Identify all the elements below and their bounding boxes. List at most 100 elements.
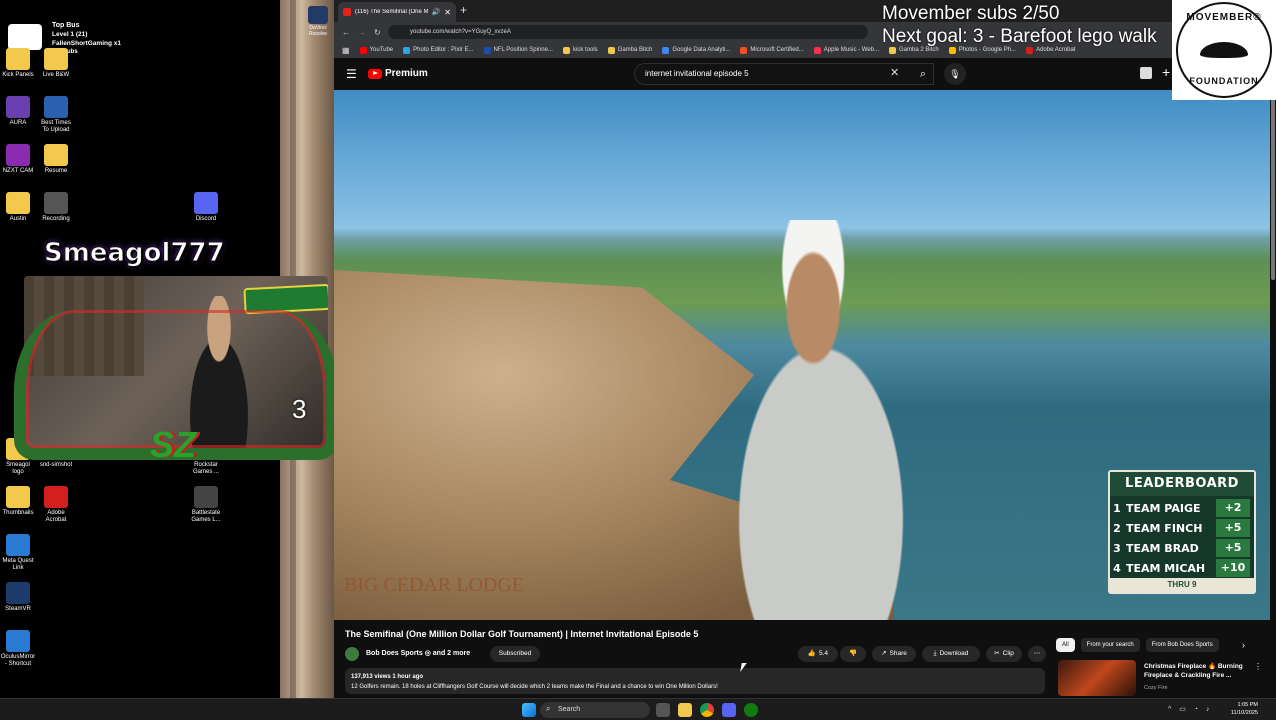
desktop-icon-label: SteamVR	[5, 606, 31, 612]
desktop-icon-image	[6, 582, 30, 604]
taskbar-search[interactable]: Search	[540, 702, 650, 718]
new-tab-button[interactable]: +	[460, 3, 467, 17]
bookmark-label: Microsoft Certified...	[750, 47, 804, 53]
leaderboard-team: TEAM MICAH	[1126, 561, 1206, 575]
recommended-video[interactable]: Christmas Fireplace 🔥 Burning Fireplace …	[1056, 660, 1270, 696]
scrollbar-thumb[interactable]	[1271, 90, 1275, 280]
back-icon[interactable]: ←	[342, 28, 350, 37]
desktop-icon-davinci[interactable]: DaVinci Resolve	[306, 6, 330, 46]
davinci-icon	[308, 6, 328, 24]
bookmark-icon	[403, 46, 411, 54]
apps-icon[interactable]: ▦	[342, 46, 350, 55]
speaker-icon[interactable]: 🔊	[432, 8, 441, 16]
bookmark-item[interactable]: NFL Position Spinne...	[483, 46, 553, 54]
desktop-icon-label: Best Times To Upload	[41, 120, 71, 133]
leaderboard-row: 2 TEAM FINCH +5	[1110, 518, 1254, 538]
channel-name[interactable]: Bob Does Sports ◎ and 2 more	[366, 649, 470, 657]
forward-icon[interactable]: →	[358, 28, 366, 37]
subscribe-button[interactable]: Subscribed	[490, 646, 540, 662]
desktop-icon[interactable]: Discord	[183, 192, 229, 223]
thumbs-down-icon: 👎	[848, 650, 858, 657]
download-button[interactable]: ⤓ Download	[922, 646, 980, 662]
desktop-icon[interactable]: Best Times To Upload	[33, 96, 79, 134]
golfer-figure	[704, 220, 964, 620]
extension-icon[interactable]	[1140, 67, 1152, 79]
movember-subs-line: Movember subs 2/50	[882, 3, 1060, 24]
chevron-right-icon[interactable]: ›	[1242, 640, 1245, 650]
discord-icon[interactable]	[722, 703, 736, 717]
desktop-icon-label: NZXT CAM	[2, 168, 34, 174]
reload-icon[interactable]: ↻	[374, 28, 381, 37]
mic-icon[interactable]: 🎙	[944, 63, 966, 85]
hamburger-menu-icon[interactable]: ☰	[346, 67, 357, 81]
description-box[interactable]: 137,913 views 1 hour ago 12 Golfers rema…	[345, 668, 1045, 694]
create-icon[interactable]: +	[1162, 64, 1170, 80]
desktop-icon-image	[6, 192, 30, 214]
bookmark-item[interactable]: kick tools	[562, 46, 598, 54]
bookmark-item[interactable]: YouTube	[359, 46, 393, 54]
desktop-icon-image	[6, 48, 30, 70]
leaderboard-title: LEADERBOARD	[1110, 472, 1254, 496]
description-text: 12 Golfers remain. 18 holes at Cliffhang…	[351, 684, 718, 690]
search-input[interactable]: internet invitational episode 5	[634, 63, 934, 85]
bookmark-item[interactable]: Microsoft Certified...	[740, 46, 804, 54]
file-explorer-icon[interactable]	[678, 703, 692, 717]
filter-chip[interactable]: All	[1056, 638, 1075, 652]
youtube-logo[interactable]: Premium	[368, 68, 428, 79]
mustache-icon	[1200, 42, 1248, 58]
desktop-icon-image	[44, 96, 68, 118]
desktop-icon[interactable]: Adobe Acrobat	[33, 486, 79, 524]
leaderboard-rank: 1	[1113, 501, 1121, 515]
video-player[interactable]: BIG CEDAR LODGE LEADERBOARD 1 TEAM PAIGE +…	[334, 90, 1276, 620]
desktop-icon[interactable]: Recording	[33, 192, 79, 223]
bookmark-item[interactable]: Photo Editor : Pixlr E...	[403, 46, 474, 54]
desktop-icon-image	[6, 534, 30, 556]
like-button[interactable]: 👍 5.4	[798, 646, 838, 662]
filter-chip[interactable]: From your search	[1080, 638, 1140, 652]
channel-avatar[interactable]	[345, 647, 359, 661]
share-button[interactable]: ↗ Share	[872, 646, 916, 662]
leaderboard-footer: THRU 9	[1110, 578, 1254, 592]
bookmark-item[interactable]: Gamba Bitch	[607, 46, 652, 54]
taskbar-clock[interactable]: 1:05 PM 11/10/2025	[1222, 701, 1258, 717]
bookmark-item[interactable]: Apple Music - Web...	[813, 46, 879, 54]
desktop-icon-label: OculusMirror - Shortcut	[0, 654, 36, 667]
more-actions-button[interactable]: ⋯	[1028, 646, 1046, 662]
top-bus-line3: FallenShortGaming x1	[52, 40, 121, 47]
related-chips: All From your search From Bob Does Sports	[1056, 638, 1219, 652]
dislike-button[interactable]: 👎	[840, 646, 866, 662]
desktop-icon-label: Austin	[9, 216, 27, 222]
more-vert-icon[interactable]: ⋮	[1254, 662, 1262, 671]
xbox-icon[interactable]	[744, 703, 758, 717]
windows-start-icon[interactable]	[522, 703, 536, 717]
bookmark-label: kick tools	[572, 47, 598, 53]
recommended-thumbnail	[1058, 660, 1136, 696]
leaderboard-team: TEAM FINCH	[1126, 521, 1203, 535]
close-icon[interactable]: ✕	[444, 8, 451, 17]
screen: Top Bus Level 1 (21) FallenShortGaming x…	[0, 0, 1276, 720]
desktop-icon[interactable]: Resume	[33, 144, 79, 175]
leaderboard-score: +5	[1216, 519, 1250, 537]
clear-search-icon[interactable]: ✕	[890, 66, 899, 79]
scrollbar[interactable]	[1270, 90, 1276, 696]
url-field[interactable]: youtube.com/watch?v=YGuyQ_xvzeA	[388, 25, 868, 39]
desktop-icon[interactable]: Meta Quest Link	[0, 534, 41, 572]
search-button[interactable]: ⌕	[908, 63, 938, 85]
search-icon: ⌕	[546, 704, 551, 713]
leaderboard-row: 4 TEAM MICAH +10	[1110, 558, 1254, 578]
chrome-icon[interactable]	[700, 703, 714, 717]
desktop-icon[interactable]: SteamVR	[0, 582, 41, 613]
desktop-icon[interactable]: Live B&W	[33, 48, 79, 79]
browser-tab[interactable]: (116) The Semifinal (One M 🔊 ✕	[338, 2, 456, 22]
bookmark-icon	[662, 46, 670, 54]
desktop-icon[interactable]: OculusMirror - Shortcut	[0, 630, 41, 668]
filter-chip[interactable]: From Bob Does Sports	[1145, 638, 1219, 652]
desktop-icon[interactable]: Battlestate Games L...	[183, 486, 229, 524]
system-tray-icons[interactable]: ^ ▭ ◔ ♪	[1168, 705, 1212, 713]
leaderboard-rank: 2	[1113, 521, 1121, 535]
task-view-icon[interactable]	[656, 703, 670, 717]
bookmark-label: Photo Editor : Pixlr E...	[413, 47, 474, 53]
bookmark-icon	[813, 46, 821, 54]
bookmark-item[interactable]: Google Data Analyti...	[662, 46, 730, 54]
clip-button[interactable]: ✂ Clip	[986, 646, 1022, 662]
